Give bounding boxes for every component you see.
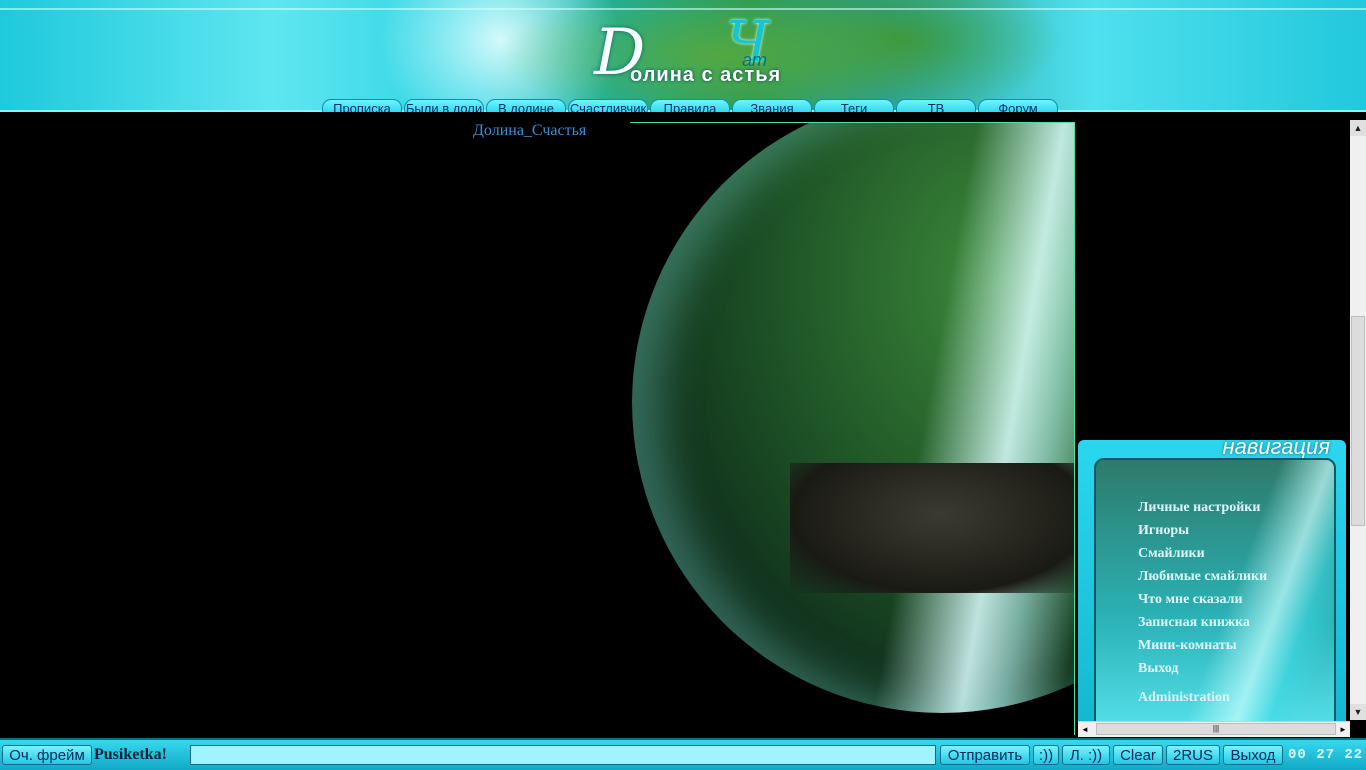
scroll-right-arrow-icon[interactable]: ► [1336,722,1350,737]
nav-ignores-link[interactable]: Игноры [1138,523,1267,540]
scroll-left-arrow-icon[interactable]: ◄ [1078,722,1092,737]
chat-vertical-scrollbar[interactable]: ▲ ▼ [1350,120,1366,720]
nav-favorite-smileys-link[interactable]: Любимые смайлики [1138,569,1267,586]
room-title: Долина_Счастья [473,122,587,139]
nav-mini-rooms-link[interactable]: Мини-комнаты [1138,638,1267,655]
scroll-up-arrow-icon[interactable]: ▲ [1350,120,1366,136]
logo-text: олина с астья [630,64,782,86]
nav-personal-settings-link[interactable]: Личные настройки [1138,500,1267,517]
nav-messages-to-me-link[interactable]: Что мне сказали [1138,592,1267,609]
clear-button[interactable]: Clear [1113,745,1163,765]
smiley-button[interactable]: :)) [1033,745,1059,765]
navigation-panel: навигация Личные настройки Игноры Смайли… [1078,434,1346,736]
nav-notebook-link[interactable]: Записная книжка [1138,615,1267,632]
scroll-down-arrow-icon[interactable]: ▼ [1350,704,1366,720]
nickname-label[interactable]: Pusiketka! [94,745,167,765]
navigation-title: навигация [1222,434,1330,459]
message-input[interactable] [190,745,936,765]
exit-button[interactable]: Выход [1223,745,1283,765]
waterfall-orb [632,123,1074,713]
nav-exit-link[interactable]: Выход [1138,661,1267,678]
navigation-inner-box: Личные настройки Игноры Смайлики Любимые… [1094,458,1336,732]
header-banner: D Ч ат олина с астья [0,0,1366,112]
private-smiley-button[interactable]: Л. :)) [1062,745,1110,765]
translit-button[interactable]: 2RUS [1166,745,1220,765]
scroll-thumb[interactable] [1351,316,1365,526]
message-input-bar: Оч. фрейм Pusiketka! Отправить :)) Л. :)… [0,738,1366,770]
clock-display: 00 27 22 [1288,747,1364,763]
header-stripe [0,8,1366,10]
navigation-horizontal-scrollbar[interactable]: ◄ ||| ► [1078,721,1350,737]
waterfall-background-image [630,122,1075,735]
send-button[interactable]: Отправить [940,745,1030,765]
nav-administration-link[interactable]: Administration [1138,690,1267,707]
waterfall-rocks [790,463,1074,593]
horizontal-scroll-thumb[interactable]: ||| [1096,723,1336,735]
nav-smileys-link[interactable]: Смайлики [1138,546,1267,563]
frame-toggle-button[interactable]: Оч. фрейм [2,745,92,765]
site-logo[interactable]: D Ч ат олина с астья [590,10,870,94]
navigation-list: Личные настройки Игноры Смайлики Любимые… [1138,500,1267,713]
